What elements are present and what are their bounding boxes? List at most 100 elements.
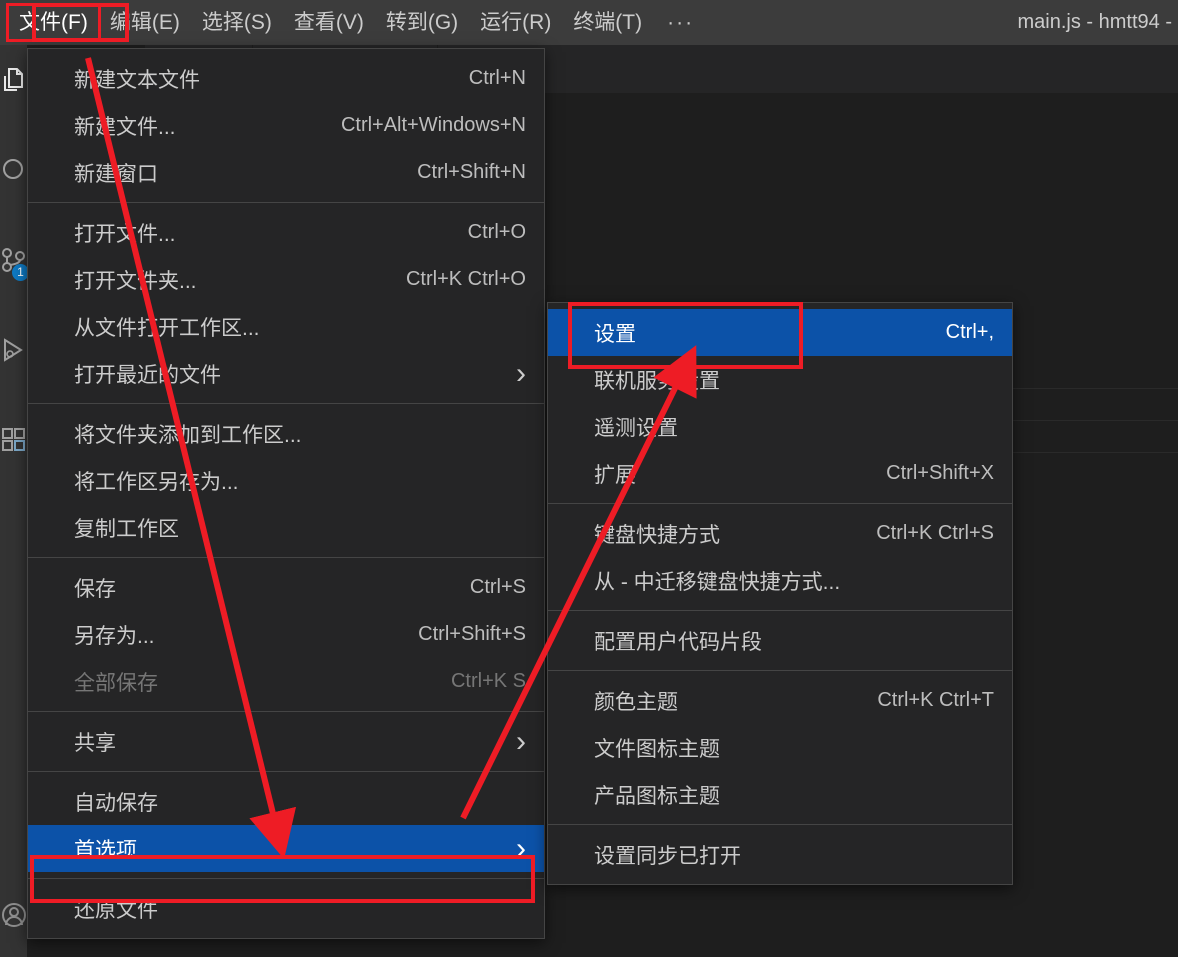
- menu-revert-file[interactable]: 还原文件: [28, 885, 544, 932]
- activitybar-item-explorer[interactable]: [0, 55, 27, 109]
- submenu-configure-user-snippets-label: 配置用户代码片段: [594, 626, 762, 656]
- activitybar-item-extensions[interactable]: [0, 415, 27, 469]
- submenu-file-icon-theme[interactable]: 文件图标主题: [548, 724, 1012, 771]
- chevron-right-icon: ›: [516, 725, 526, 759]
- menu-new-window-shortcut: Ctrl+Shift+N: [377, 161, 526, 184]
- submenu-keyboard-shortcuts-label: 键盘快捷方式: [594, 519, 720, 549]
- submenu-telemetry-settings[interactable]: 遥测设置: [548, 403, 1012, 450]
- menu-save-as[interactable]: 另存为...Ctrl+Shift+S: [28, 611, 544, 658]
- submenu-extensions-shortcut: Ctrl+Shift+X: [846, 462, 994, 485]
- menu-save-workspace-as[interactable]: 将工作区另存为...: [28, 457, 544, 504]
- menubar-more-icon[interactable]: ···: [653, 11, 708, 35]
- menu-separator: [548, 610, 1012, 611]
- chevron-right-icon: ›: [516, 357, 526, 391]
- window-title: main.js - hmtt94 -: [1018, 0, 1178, 45]
- menu-open-recent-label: 打开最近的文件: [74, 359, 221, 389]
- menubar-file-label: 文件(F): [19, 11, 88, 34]
- activitybar-item-accounts[interactable]: [0, 890, 27, 944]
- menu-open-workspace-from-file[interactable]: 从文件打开工作区...: [28, 303, 544, 350]
- menu-save-shortcut: Ctrl+S: [430, 576, 526, 599]
- menu-new-file-label: 新建文件...: [74, 111, 176, 141]
- submenu-extensions[interactable]: 扩展Ctrl+Shift+X: [548, 450, 1012, 497]
- menu-separator: [28, 771, 544, 772]
- submenu-online-services-settings-label: 联机服务设置: [594, 365, 720, 395]
- submenu-settings-sync-is-on-label: 设置同步已打开: [594, 840, 741, 870]
- file-menu-dropdown[interactable]: 新建文本文件 Ctrl+N 新建文件... Ctrl+Alt+Windows+N 新建窗…: [27, 48, 545, 939]
- menu-separator: [28, 202, 544, 203]
- menubar-terminal-label: 终端(T): [573, 11, 642, 34]
- menu-new-file[interactable]: 新建文件... Ctrl+Alt+Windows+N: [28, 102, 544, 149]
- preferences-submenu-dropdown[interactable]: 设置Ctrl+,联机服务设置遥测设置扩展Ctrl+Shift+X键盘快捷方式Ct…: [547, 302, 1013, 885]
- menu-bar: 文件(F) 编辑(E) 选择(S) 查看(V) 转到(G) 运行(R) 终端(T…: [0, 0, 708, 45]
- submenu-color-theme-shortcut: Ctrl+K Ctrl+T: [837, 689, 994, 712]
- extensions-icon: [1, 427, 27, 458]
- menu-auto-save[interactable]: 自动保存: [28, 778, 544, 825]
- submenu-settings-sync-is-on[interactable]: 设置同步已打开: [548, 831, 1012, 878]
- menu-save-workspace-as-label: 将工作区另存为...: [74, 466, 239, 496]
- menubar-go[interactable]: 转到(G): [375, 5, 469, 40]
- menu-new-window-label: 新建窗口: [74, 158, 158, 188]
- menu-new-text-file-label: 新建文本文件: [74, 64, 200, 94]
- menubar-view[interactable]: 查看(V): [283, 5, 375, 40]
- search-icon: [1, 157, 27, 188]
- menu-add-folder-to-workspace-label: 将文件夹添加到工作区...: [74, 419, 302, 449]
- menu-duplicate-workspace-label: 复制工作区: [74, 513, 179, 543]
- menu-save-all-shortcut: Ctrl+K S: [411, 670, 526, 693]
- menubar-go-label: 转到(G): [386, 11, 458, 34]
- menu-open-file[interactable]: 打开文件... Ctrl+O: [28, 209, 544, 256]
- submenu-product-icon-theme[interactable]: 产品图标主题: [548, 771, 1012, 818]
- menu-new-text-file-shortcut: Ctrl+N: [429, 67, 526, 90]
- menu-open-workspace-from-file-label: 从文件打开工作区...: [74, 312, 260, 342]
- chevron-right-icon: ›: [516, 832, 526, 866]
- menu-open-recent[interactable]: 打开最近的文件 ›: [28, 350, 544, 397]
- submenu-keyboard-shortcuts[interactable]: 键盘快捷方式Ctrl+K Ctrl+S: [548, 510, 1012, 557]
- menubar-file[interactable]: 文件(F): [8, 5, 99, 40]
- menu-auto-save-label: 自动保存: [74, 787, 158, 817]
- submenu-settings[interactable]: 设置Ctrl+,: [548, 309, 1012, 356]
- menubar-terminal[interactable]: 终端(T): [562, 5, 653, 40]
- menu-duplicate-workspace[interactable]: 复制工作区: [28, 504, 544, 551]
- menu-save-all-label: 全部保存: [74, 667, 158, 697]
- menubar-selection[interactable]: 选择(S): [191, 5, 283, 40]
- activitybar-item-source-control[interactable]: 1: [0, 235, 27, 289]
- submenu-migrate-keyboard-shortcuts[interactable]: 从 - 中迁移键盘快捷方式...: [548, 557, 1012, 604]
- title-bar: 文件(F) 编辑(E) 选择(S) 查看(V) 转到(G) 运行(R) 终端(T…: [0, 0, 1178, 45]
- activitybar-item-run-and-debug[interactable]: [0, 325, 27, 379]
- menu-share[interactable]: 共享›: [28, 718, 544, 765]
- menu-open-folder-shortcut: Ctrl+K Ctrl+O: [366, 268, 526, 291]
- menubar-run[interactable]: 运行(R): [469, 5, 562, 40]
- submenu-configure-user-snippets[interactable]: 配置用户代码片段: [548, 617, 1012, 664]
- menu-new-text-file[interactable]: 新建文本文件 Ctrl+N: [28, 55, 544, 102]
- menu-open-folder-label: 打开文件夹...: [74, 265, 197, 295]
- submenu-color-theme-label: 颜色主题: [594, 686, 678, 716]
- menu-add-folder-to-workspace[interactable]: 将文件夹添加到工作区...: [28, 410, 544, 457]
- menu-separator: [28, 878, 544, 879]
- submenu-online-services-settings[interactable]: 联机服务设置: [548, 356, 1012, 403]
- submenu-color-theme[interactable]: 颜色主题 Ctrl+K Ctrl+T: [548, 677, 1012, 724]
- menu-preferences[interactable]: 首选项 ›: [28, 825, 544, 872]
- submenu-product-icon-theme-label: 产品图标主题: [594, 780, 720, 810]
- menubar-run-label: 运行(R): [480, 11, 551, 34]
- submenu-telemetry-settings-label: 遥测设置: [594, 412, 678, 442]
- submenu-settings-shortcut: Ctrl+,: [906, 321, 994, 344]
- menubar-edit[interactable]: 编辑(E): [99, 5, 191, 40]
- menu-open-file-shortcut: Ctrl+O: [428, 221, 526, 244]
- activitybar-item-search[interactable]: [0, 145, 27, 199]
- menu-new-file-shortcut: Ctrl+Alt+Windows+N: [301, 114, 526, 137]
- accounts-icon: [1, 902, 27, 933]
- menu-new-window[interactable]: 新建窗口 Ctrl+Shift+N: [28, 149, 544, 196]
- menu-open-folder[interactable]: 打开文件夹... Ctrl+K Ctrl+O: [28, 256, 544, 303]
- menu-preferences-label: 首选项: [74, 834, 137, 864]
- submenu-migrate-keyboard-shortcuts-label: 从 - 中迁移键盘快捷方式...: [594, 566, 840, 596]
- menu-save-as-shortcut: Ctrl+Shift+S: [378, 623, 526, 646]
- menu-separator: [548, 670, 1012, 671]
- menu-open-file-label: 打开文件...: [74, 218, 176, 248]
- menu-separator: [28, 557, 544, 558]
- menu-revert-file-label: 还原文件: [74, 894, 158, 924]
- menubar-view-label: 查看(V): [294, 11, 364, 34]
- menu-save[interactable]: 保存 Ctrl+S: [28, 564, 544, 611]
- activity-bar: 1: [0, 45, 27, 957]
- menu-save-all: 全部保存 Ctrl+K S: [28, 658, 544, 705]
- menu-separator: [28, 403, 544, 404]
- menu-save-label: 保存: [74, 573, 116, 603]
